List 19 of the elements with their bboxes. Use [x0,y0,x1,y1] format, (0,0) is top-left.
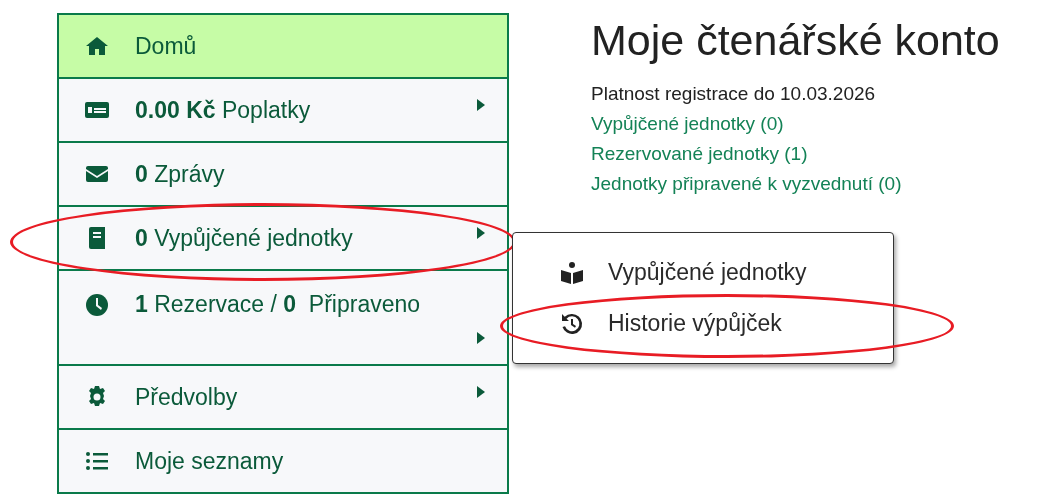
sidebar-item[interactable]: 0 Zprávy [59,143,507,207]
sidebar-item[interactable]: 1 Rezervace / 0 Připraveno [59,271,507,366]
sidebar-item[interactable]: 0 Vypůjčené jednotky [59,207,507,271]
reading-person-icon [560,260,584,285]
submenu-item[interactable]: Vypůjčené jednotky [513,247,893,298]
history-icon [560,311,584,336]
account-link[interactable]: Jednotky připravené k vyzvednutí (0) [591,173,902,195]
home-icon [85,34,109,58]
registration-text: Platnost registrace do 10.03.2026 [591,83,876,105]
clock-icon [85,292,109,317]
sidebar-item[interactable]: Moje seznamy [59,430,507,494]
sidebar-item[interactable]: Domů [59,15,507,79]
list-icon [85,449,109,473]
submenu-item[interactable]: Historie výpůjček [513,298,893,349]
page-title: Moje čtenářské konto [591,16,1000,65]
sidebar-item[interactable]: 0.00 Kč Poplatky [59,79,507,143]
account-link[interactable]: Rezervované jednotky (1) [591,143,808,165]
account-link[interactable]: Vypůjčené jednotky (0) [591,113,784,135]
sidebar-item[interactable]: Předvolby [59,366,507,430]
